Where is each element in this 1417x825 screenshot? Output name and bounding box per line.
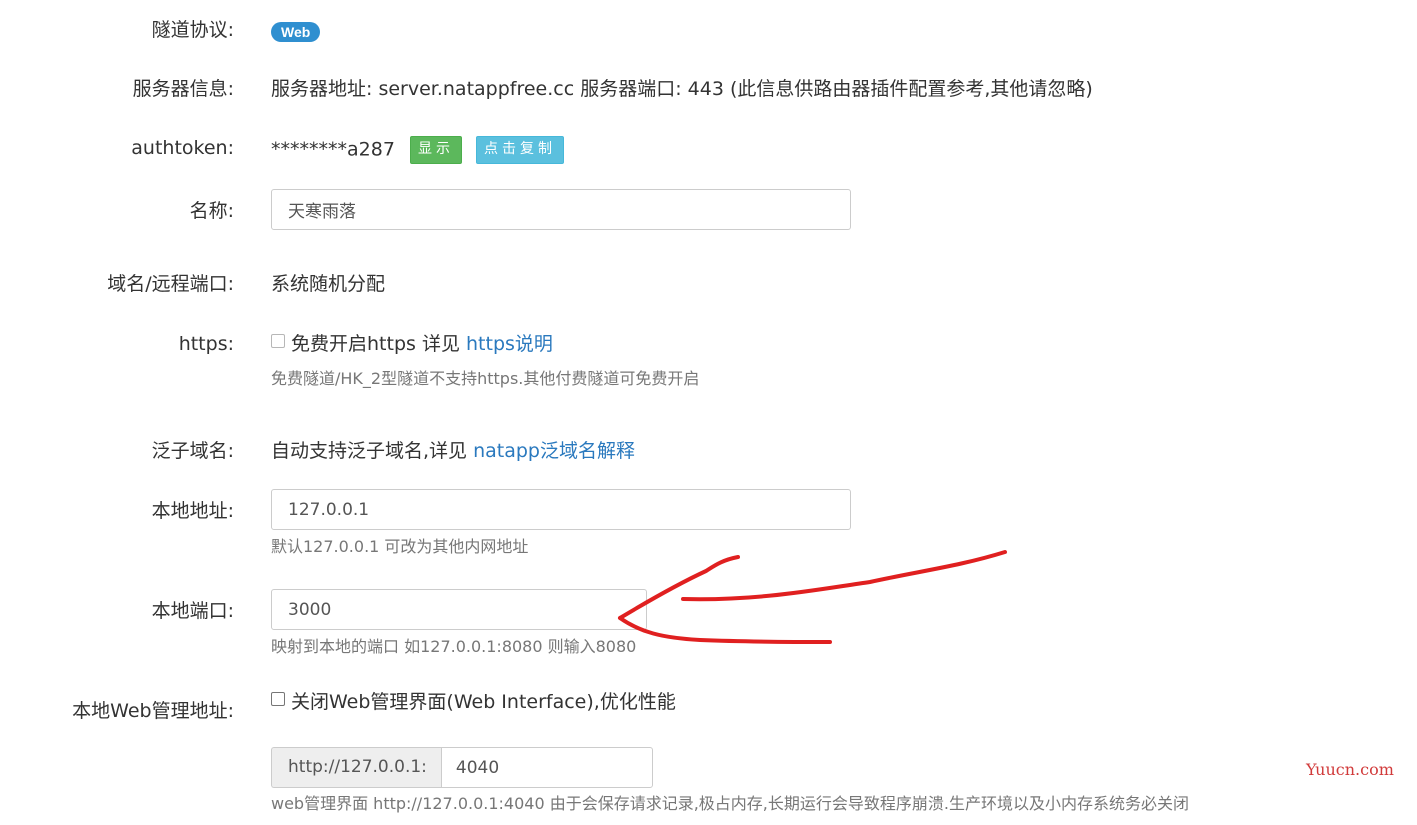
https-checkbox-text: 免费开启https 详见 <box>291 333 460 355</box>
wildcard-domain-label: 泛子域名: <box>151 440 234 462</box>
wildcard-domain-link[interactable]: natapp泛域名解释 <box>473 440 635 462</box>
tunnel-protocol-label: 隧道协议: <box>151 19 234 41</box>
local-address-input[interactable] <box>271 489 851 530</box>
server-info-label: 服务器信息: <box>132 78 234 100</box>
wildcard-domain-value: 自动支持泛子域名,详见 natapp泛域名解释 <box>271 439 635 463</box>
protocol-badge: Web <box>271 22 321 42</box>
local-port-input[interactable] <box>271 589 647 630</box>
name-input[interactable] <box>271 189 851 230</box>
local-port-help: 映射到本地的端口 如127.0.0.1:8080 则输入8080 <box>271 637 637 656</box>
https-label: https: <box>178 333 234 355</box>
domain-port-label: 域名/远程端口: <box>107 273 234 295</box>
local-web-admin-label: 本地Web管理地址: <box>72 700 234 722</box>
annotation-arrow-shaft <box>681 550 1007 602</box>
https-doc-link[interactable]: https说明 <box>466 333 553 355</box>
authtoken-label: authtoken: <box>131 137 234 159</box>
local-port-label: 本地端口: <box>151 600 234 622</box>
wildcard-domain-text: 自动支持泛子域名,详见 <box>271 440 468 462</box>
web-admin-input-group: http://127.0.0.1: <box>271 747 653 788</box>
web-admin-help: web管理界面 http://127.0.0.1:4040 由于会保存请求记录,… <box>271 794 1189 813</box>
server-info-text: 服务器地址: server.natappfree.cc 服务器端口: 443 (… <box>271 78 1093 100</box>
https-help-text: 免费隧道/HK_2型隧道不支持https.其他付费隧道可免费开启 <box>271 369 700 388</box>
watermark: Yuucn.com <box>1306 760 1394 779</box>
authtoken-value: ********a287 显示 点击复制 <box>271 136 565 164</box>
https-checkbox[interactable] <box>271 334 285 348</box>
local-address-label: 本地地址: <box>151 500 234 522</box>
https-option: 免费开启https 详见 https说明 <box>271 332 553 356</box>
disable-web-interface-checkbox[interactable] <box>271 692 285 706</box>
domain-port-text: 系统随机分配 <box>271 273 386 295</box>
show-token-button[interactable]: 显示 <box>409 136 462 164</box>
authtoken-masked: ********a287 <box>271 138 395 161</box>
web-admin-url-prefix: http://127.0.0.1: <box>271 747 441 788</box>
tunnel-protocol-value: Web <box>271 19 321 43</box>
annotation-arrow-head-lower <box>618 616 832 644</box>
name-label: 名称: <box>189 200 234 222</box>
local-address-help: 默认127.0.0.1 可改为其他内网地址 <box>271 537 529 556</box>
web-admin-port-input[interactable] <box>440 747 653 788</box>
copy-token-button[interactable]: 点击复制 <box>476 136 565 164</box>
disable-web-interface-option: 关闭Web管理界面(Web Interface),优化性能 <box>271 690 676 714</box>
disable-web-interface-text: 关闭Web管理界面(Web Interface),优化性能 <box>291 691 676 713</box>
